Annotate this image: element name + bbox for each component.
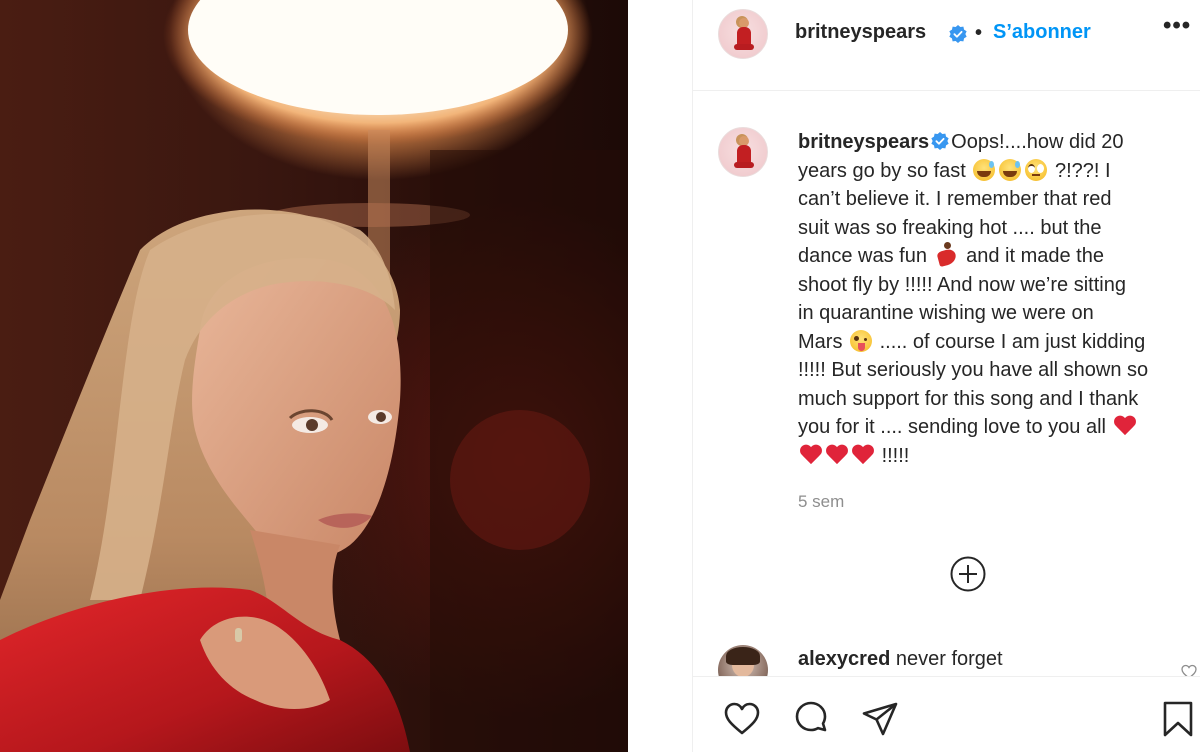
post-header: britneyspears • S’abonner ••• <box>693 0 1200 91</box>
dancer-emoji-icon <box>936 242 958 266</box>
caption-line: britneyspears Oops!....how did 20 <box>798 128 1198 157</box>
red-heart-emoji-icon <box>1114 416 1136 436</box>
author-avatar[interactable] <box>718 9 768 59</box>
caption-line: dance was fun and it made the <box>798 242 1198 271</box>
post-action-bar <box>693 676 1200 752</box>
caption-text: dance was fun <box>798 245 927 267</box>
caption-line: you for it .... sending love to you all <box>798 413 1198 442</box>
caption-author-avatar[interactable] <box>718 127 768 177</box>
plus-circle-icon <box>950 556 986 592</box>
caption-text: ?!??! I <box>1055 159 1111 182</box>
verified-badge-icon <box>931 132 949 150</box>
caption-text: Mars <box>798 330 843 353</box>
share-button[interactable] <box>861 700 899 738</box>
caption-line: in quarantine wishing we were on <box>798 302 1094 324</box>
eye-roll-emoji-icon <box>1025 158 1048 181</box>
winking-tongue-emoji-icon <box>850 329 873 352</box>
comment-button[interactable] <box>792 700 830 738</box>
post-side-panel: britneyspears • S’abonner ••• britneyspe… <box>692 0 1200 752</box>
red-heart-emoji-icon <box>826 445 848 465</box>
caption-text: ..... of course I am just kidding <box>879 330 1146 353</box>
photo-divider <box>628 0 692 752</box>
grinning-sweat-emoji-icon <box>973 158 996 181</box>
grinning-sweat-emoji-icon <box>999 158 1022 181</box>
save-button[interactable] <box>1159 700 1197 738</box>
comment-bubble-icon <box>795 701 827 732</box>
caption-line: much support for this song and I thank <box>798 387 1139 410</box>
avatar-legs-shape <box>734 162 754 168</box>
photo-illustration <box>0 0 628 752</box>
post-timestamp[interactable]: 5 sem <box>798 492 844 512</box>
header-separator: • <box>975 22 983 44</box>
heart-outline-icon <box>724 702 760 735</box>
bookmark-icon <box>1163 701 1193 737</box>
comment-text: never forget <box>895 648 1003 670</box>
author-username-link[interactable]: britneyspears <box>795 21 926 44</box>
caption-text: Oops!....how did 20 <box>951 131 1124 153</box>
caption-line: Mars ..... of course I am just kidding <box>798 328 1198 357</box>
caption-text: and it made the <box>966 245 1104 267</box>
comment-item: alexycred never forget <box>798 648 1003 671</box>
caption-line: shoot fly by !!!!! And now we’re sitting <box>798 273 1126 296</box>
like-button[interactable] <box>723 700 761 738</box>
follow-button[interactable]: S’abonner <box>993 21 1091 44</box>
caption-line: years go by so fast ?!??! I <box>798 157 1198 186</box>
caption-line: !!!!! But seriously you have all shown s… <box>798 359 1149 381</box>
more-options-button[interactable]: ••• <box>1163 12 1191 40</box>
commenter-username-link[interactable]: alexycred <box>798 648 890 670</box>
paper-plane-icon <box>862 702 898 736</box>
load-more-comments-button[interactable] <box>950 556 986 592</box>
avatar-legs-shape <box>734 44 754 50</box>
red-heart-emoji-icon <box>800 445 822 465</box>
verified-badge-icon <box>949 25 967 43</box>
caption-line: !!!!! <box>798 442 1198 471</box>
post-caption: britneyspears Oops!....how did 20 years g… <box>798 128 1198 470</box>
caption-text: years go by so fast <box>798 159 966 182</box>
caption-author-link[interactable]: britneyspears <box>798 131 929 153</box>
post-photo[interactable] <box>0 0 628 752</box>
caption-text: you for it .... sending love to you all <box>798 416 1106 438</box>
caption-text: !!!!! <box>881 444 910 467</box>
instagram-post-view: britneyspears • S’abonner ••• britneyspe… <box>0 0 1200 752</box>
caption-line: suit was so freaking hot .... but the <box>798 216 1102 239</box>
caption-line: can’t believe it. I remember that red <box>798 188 1112 210</box>
red-heart-emoji-icon <box>852 445 874 465</box>
